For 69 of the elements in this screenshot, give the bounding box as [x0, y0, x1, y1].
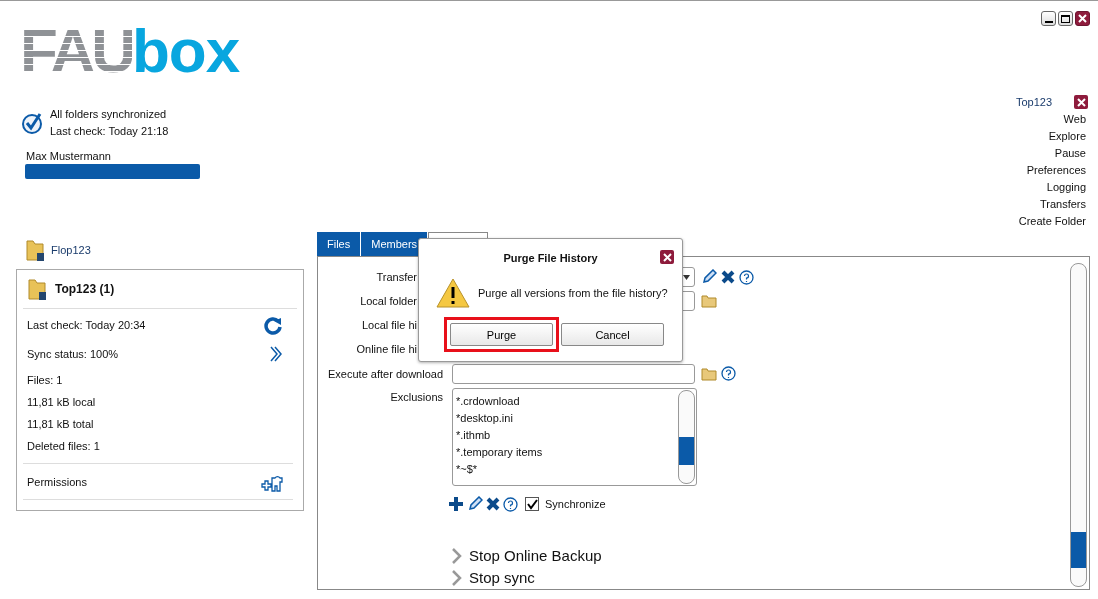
double-chevron-icon[interactable]: [269, 346, 283, 362]
menu-link[interactable]: Web: [1063, 112, 1086, 126]
account-name: Max Mustermann: [26, 150, 112, 162]
add-icon[interactable]: [448, 496, 464, 513]
list-item[interactable]: *.temporary items: [456, 443, 543, 461]
sync-status-text: All folders synchronized: [50, 107, 168, 121]
folder-info-text: Sync status: 100%: [27, 348, 119, 360]
close-icon[interactable]: [660, 250, 674, 264]
maximize-icon: [1061, 14, 1070, 23]
chevron-icon: [451, 547, 463, 564]
menu-link[interactable]: Create Folder: [1018, 214, 1086, 228]
close-icon[interactable]: [1074, 95, 1088, 109]
help-icon[interactable]: [503, 496, 518, 512]
tab[interactable]: Files: [317, 232, 361, 256]
command-field[interactable]: [452, 363, 695, 384]
list-item[interactable]: *desktop.ini: [456, 409, 543, 427]
folder-icon: [27, 277, 47, 301]
synchronize-checkbox[interactable]: [525, 497, 539, 512]
dialog-message: Purge all versions from the file history?: [478, 287, 668, 299]
caret-icon: [683, 274, 690, 280]
delete-icon[interactable]: [486, 497, 500, 512]
folder-name[interactable]: Flop123: [51, 244, 91, 256]
folder-info-text: 11,81 kB local: [27, 396, 96, 408]
field-label: Local folder: [359, 295, 418, 308]
field-label: Local file hi: [360, 319, 418, 332]
check-icon: [21, 111, 43, 134]
menu-link[interactable]: Transfers: [1039, 197, 1086, 211]
folder-info-text: Last check: Today 20:34: [27, 319, 146, 331]
field-label: Exclusions: [389, 389, 444, 403]
checkbox-label: Synchronize: [545, 498, 606, 511]
menu-link[interactable]: Pause: [1054, 146, 1086, 160]
tab[interactable]: Members: [361, 232, 428, 256]
scrollbar[interactable]: [1070, 263, 1087, 587]
delete-icon[interactable]: [721, 270, 735, 285]
help-icon[interactable]: [721, 366, 736, 382]
action-link[interactable]: Stop sync: [469, 569, 535, 587]
minimize-button[interactable]: [1041, 11, 1056, 26]
chevron-icon: [451, 569, 463, 586]
menu-link[interactable]: Preferences: [1026, 163, 1086, 177]
last-check-text: Last check: Today 21:18: [50, 124, 169, 138]
exclusions-list[interactable]: *.crdownload *desktop.ini *.ithmb *.temporary items *~$*: [452, 387, 697, 486]
dialog-button[interactable]: Purge: [450, 323, 553, 346]
help-icon[interactable]: [739, 269, 754, 285]
field-label: Execute after download: [327, 367, 444, 380]
folder-info-text: 11,81 kB total: [27, 418, 94, 430]
list-item[interactable]: *~$*: [456, 460, 543, 478]
dialog-button[interactable]: Cancel: [561, 323, 664, 346]
permissions-label: Permissions: [27, 475, 87, 488]
field-label: Online file hi: [355, 343, 418, 356]
action-link[interactable]: Stop Online Backup: [469, 547, 602, 565]
dialog-title: Purge File History: [503, 252, 598, 264]
maximize-button[interactable]: [1058, 11, 1073, 26]
pencil-icon[interactable]: [467, 496, 483, 513]
pencil-icon[interactable]: [701, 269, 717, 286]
folder-info-text: Files: 1: [27, 374, 63, 386]
field-label: Transfer: [375, 271, 418, 284]
list-item[interactable]: *.crdownload: [456, 392, 543, 410]
scrollbar[interactable]: [678, 389, 695, 484]
list-item[interactable]: *.ithmb: [456, 426, 543, 444]
folder-title: Top123: [1015, 96, 1052, 108]
warning-icon: [436, 278, 470, 308]
refresh-icon[interactable]: [263, 315, 283, 335]
menu-link[interactable]: Explore: [1048, 129, 1086, 143]
minimize-icon: [1044, 20, 1053, 23]
folder-name[interactable]: Top123 (1): [55, 282, 115, 296]
folder-info-text: Deleted files: 1: [27, 440, 100, 452]
close-button[interactable]: [1075, 11, 1090, 26]
folder-icon: [25, 238, 45, 262]
menu-link[interactable]: Logging: [1046, 180, 1086, 194]
